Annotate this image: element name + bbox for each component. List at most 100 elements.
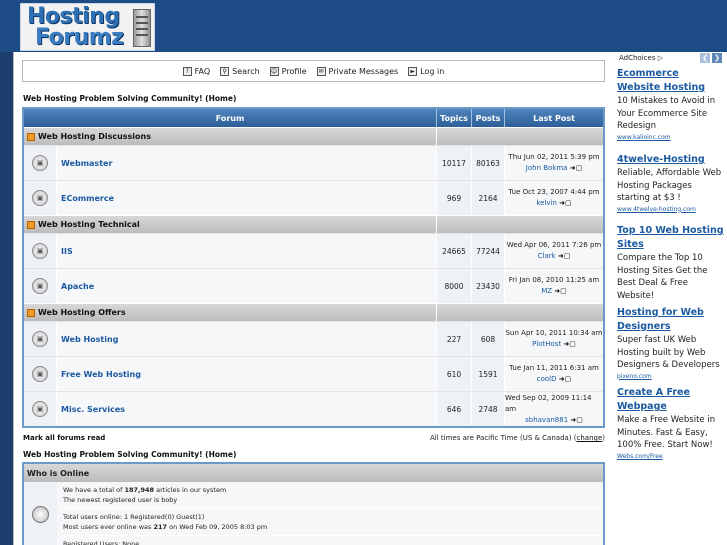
nav-faq-label: FAQ — [194, 66, 211, 76]
last-post-user[interactable]: sbhavan881 — [525, 416, 568, 424]
profile-icon: ☺ — [269, 66, 279, 76]
ad-body: Super fast UK Web Hosting built by Web D… — [617, 335, 720, 370]
ad-body: Compare the Top 10 Hosting Sites Get the… — [617, 253, 708, 301]
ad-item[interactable]: Hosting for Web Designers Super fast UK … — [617, 306, 725, 381]
last-post-user[interactable]: coolD — [537, 375, 557, 383]
ad-item[interactable]: Ecommerce Website Hosting 10 Mistakes to… — [617, 67, 725, 142]
ad-title[interactable]: 4twelve-Hosting — [617, 153, 725, 167]
forum-link[interactable]: IIS — [57, 234, 437, 268]
ad-prev-icon[interactable]: ❮ — [700, 53, 710, 63]
view-latest-icon[interactable]: ➜▢ — [570, 164, 582, 172]
ad-url[interactable]: www.4twelve-hosting.com — [617, 205, 725, 214]
nav-profile-label: Profile — [281, 66, 307, 76]
adchoices-label: AdChoices — [619, 54, 656, 62]
faq-icon: ? — [182, 66, 192, 76]
registered-users: Registered Users: None — [63, 536, 603, 545]
post-count: 2164 — [472, 181, 505, 215]
who-is-online-panel: Who is Online We have a total of 187,948… — [22, 462, 605, 545]
mark-all-read-link[interactable]: Mark all forums read — [23, 434, 105, 442]
ad-body: 10 Mistakes to Avoid in Your Ecommerce S… — [617, 96, 716, 131]
category-name[interactable]: Web Hosting Offers — [38, 308, 126, 317]
articles-total: We have a total of 187,948 articles in o… — [63, 485, 603, 495]
forum-link[interactable]: Free Web Hosting — [57, 357, 437, 391]
ad-item[interactable]: Create A Free Webpage Make a Free Websit… — [617, 386, 725, 461]
ad-body: Reliable, Affordable Web Hosting Package… — [617, 168, 722, 203]
ad-title[interactable]: Top 10 Web Hosting Sites — [617, 224, 725, 252]
last-post-date: Tue Jan 11, 2011 6:31 am — [509, 364, 599, 372]
server-icon — [133, 9, 151, 47]
forum-link[interactable]: Web Hosting — [57, 322, 437, 356]
ad-item[interactable]: Top 10 Web Hosting Sites Compare the Top… — [617, 224, 725, 302]
view-latest-icon[interactable]: ➜▢ — [558, 252, 570, 260]
most-count: 217 — [153, 523, 168, 531]
category-row: Web Hosting Technical — [24, 215, 603, 233]
articles-suffix: articles in our system — [154, 486, 227, 494]
ad-next-icon[interactable]: ❯ — [712, 53, 722, 63]
last-post-user[interactable]: kelvin — [536, 199, 557, 207]
forum-status-icon: ▣ — [32, 155, 48, 171]
home-link-bottom[interactable]: Web Hosting Problem Solving Community! (… — [23, 450, 236, 459]
forum-status-icon: ▣ — [32, 243, 48, 259]
post-count: 77244 — [472, 234, 505, 268]
nav-private-messages[interactable]: ✉ Private Messages — [316, 66, 398, 76]
who-is-online-title[interactable]: Who is Online — [24, 464, 603, 482]
most-prefix: Most users ever online was — [63, 523, 154, 531]
topic-count: 969 — [437, 181, 472, 215]
topic-count: 227 — [437, 322, 472, 356]
forum-link[interactable]: Misc. Services — [57, 392, 437, 426]
post-count: 1591 — [472, 357, 505, 391]
table-header: Forum Topics Posts Last Post — [24, 109, 603, 127]
view-latest-icon[interactable]: ➜▢ — [559, 375, 571, 383]
site-logo[interactable]: Hosting Forumz — [20, 3, 155, 51]
newest-user: The newest registered user is boby — [63, 496, 178, 504]
last-post-user[interactable]: MZ — [541, 287, 552, 295]
ad-url[interactable]: Webs.com/Free — [617, 452, 725, 461]
last-post-date: Fri Jan 08, 2010 11:25 am — [508, 276, 600, 284]
ad-title[interactable]: Create A Free Webpage — [617, 386, 725, 414]
last-post-user[interactable]: PlotHost — [532, 340, 561, 348]
forum-link[interactable]: Apache — [57, 269, 437, 303]
view-latest-icon[interactable]: ➜▢ — [554, 287, 566, 295]
rss-icon[interactable] — [27, 132, 35, 141]
last-post-user[interactable]: Clark — [538, 252, 556, 260]
forum-row: ▣ Apache 8000 23430 Fri Jan 08, 2010 11:… — [24, 268, 603, 303]
ad-title[interactable]: Ecommerce Website Hosting — [617, 67, 725, 95]
ad-url[interactable]: pixeno.com — [617, 372, 725, 381]
view-latest-icon[interactable]: ➜▢ — [559, 199, 571, 207]
timezone-text: All times are Pacific Time (US & Canada)… — [430, 434, 577, 442]
category-name[interactable]: Web Hosting Technical — [38, 220, 140, 229]
rss-icon[interactable] — [27, 308, 35, 317]
forum-status-icon: ▣ — [32, 401, 48, 417]
forum-status-icon: ▣ — [32, 278, 48, 294]
forum-row: ▣ Misc. Services 646 2748 Wed Sep 02, 20… — [24, 391, 603, 426]
home-link-top[interactable]: Web Hosting Problem Solving Community! (… — [23, 94, 236, 103]
stats-section: We have a total of 187,948 articles in o… — [63, 482, 603, 509]
articles-count: 187,948 — [124, 486, 155, 494]
view-latest-icon[interactable]: ➜▢ — [563, 340, 575, 348]
logo-text-forumz: Forumz — [35, 25, 124, 50]
post-count: 608 — [472, 322, 505, 356]
category-name[interactable]: Web Hosting Discussions — [38, 132, 151, 141]
last-post-user[interactable]: John Bokma — [526, 164, 568, 172]
forum-link[interactable]: Webmaster — [57, 146, 437, 180]
forum-link[interactable]: ECommerce — [57, 181, 437, 215]
view-latest-icon[interactable]: ➜▢ — [570, 416, 582, 424]
articles-prefix: We have a total of — [63, 486, 125, 494]
last-post-date: Sun Apr 10, 2011 10:34 am — [505, 329, 603, 337]
timezone-change-link[interactable]: change — [577, 434, 603, 442]
forum-row: ▣ IIS 24665 77244 Wed Apr 06, 2011 7:26 … — [24, 233, 603, 268]
ad-title[interactable]: Hosting for Web Designers — [617, 306, 725, 334]
forum-row: ▣ ECommerce 969 2164 Tue Oct 23, 2007 4:… — [24, 180, 603, 215]
ad-item[interactable]: 4twelve-Hosting Reliable, Affordable Web… — [617, 153, 725, 214]
nav-login[interactable]: ► Log in — [408, 66, 444, 76]
category-row: Web Hosting Offers — [24, 303, 603, 321]
ad-url[interactable]: www.kalioinc.com — [617, 133, 725, 142]
adchoices-link[interactable]: AdChoices ▷ — [619, 54, 663, 62]
nav-faq[interactable]: ? FAQ — [182, 66, 211, 76]
timezone-note: All times are Pacific Time (US & Canada)… — [430, 434, 605, 442]
rss-icon[interactable] — [27, 220, 35, 229]
last-post-date: Thu Jun 02, 2011 5:39 pm — [508, 153, 600, 161]
nav-profile[interactable]: ☺ Profile — [269, 66, 307, 76]
forum-row: ▣ Free Web Hosting 610 1591 Tue Jan 11, … — [24, 356, 603, 391]
nav-search[interactable]: ⚲ Search — [220, 66, 260, 76]
